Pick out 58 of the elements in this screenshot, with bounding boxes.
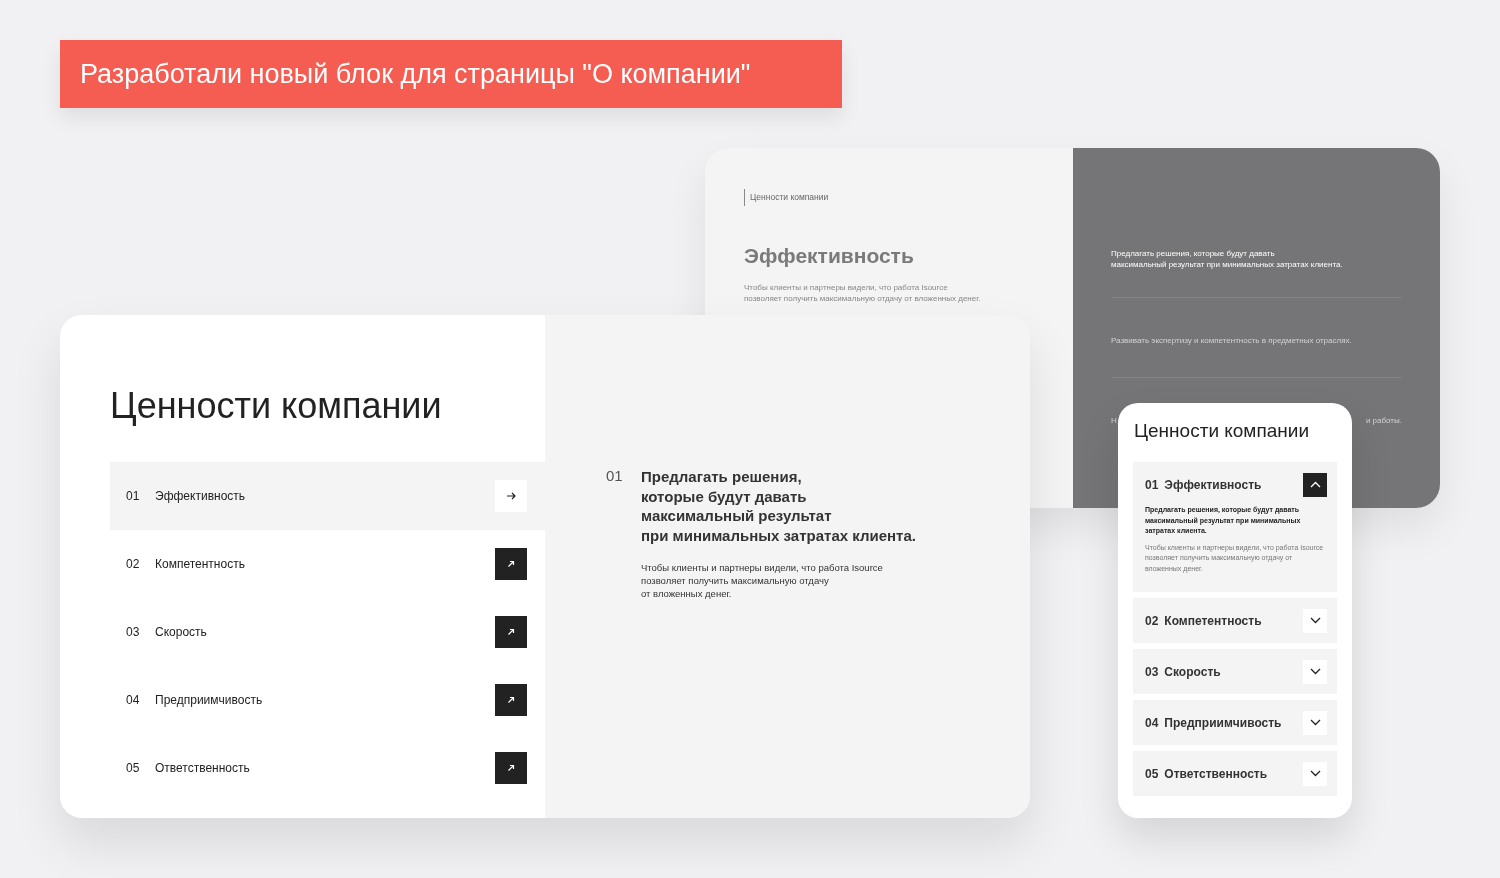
chevron-down-icon	[1309, 617, 1321, 624]
item-number: 04	[126, 693, 141, 707]
toggle-button[interactable]	[1303, 472, 1327, 497]
item-label: Эффективность	[1164, 477, 1263, 492]
detail-heading: Предлагать решения, которые будут давать максимальный результат при минимальных затратах клиента.	[641, 467, 916, 545]
detail-number: 01	[606, 467, 624, 486]
toggle-button[interactable]	[1303, 761, 1327, 786]
accordion-item[interactable]: 02 Компетентность	[1133, 598, 1337, 643]
item-label: Эффективность	[155, 489, 247, 503]
accordion-item[interactable]: 03 Скорость	[1133, 649, 1337, 694]
card-title: Ценности компании	[110, 385, 443, 428]
chevron-up-icon	[1309, 481, 1321, 488]
value-item-start: Н	[1111, 415, 1117, 427]
description-text: Чтобы клиенты и партнеры видели, что работа Isource позволяет получить максимальную отдачу от вложенных денег.	[744, 282, 982, 304]
accordion-item[interactable]	[1133, 462, 1337, 592]
item-label: Ответственность	[155, 761, 251, 775]
detail-description: Чтобы клиенты и партнеры видели, что работа Isource позволяет получить максимальную отдачу от вложенных денег.	[641, 561, 884, 600]
value-item[interactable]: Предлагать решения, которые будут давать максимальный результат при минимальных затратах клиента.	[1111, 248, 1402, 270]
accordion-item[interactable]: 04 Предприимчивость	[1133, 700, 1337, 745]
card-title: Ценности компании	[1133, 420, 1310, 443]
item-number: 05	[126, 761, 141, 775]
accordion-item[interactable]: 05 Ответственность	[1133, 751, 1337, 796]
item-number: 04	[1145, 715, 1159, 730]
item-number: 02	[126, 557, 141, 571]
arrow-up-right-icon	[506, 627, 516, 637]
arrow-up-right-icon	[506, 763, 516, 773]
value-row[interactable]: 05 Ответственность	[110, 734, 545, 802]
item-number: 05	[1145, 766, 1159, 781]
section-title: Эффективность	[744, 244, 915, 268]
toggle-button[interactable]	[1303, 659, 1327, 684]
item-label: Скорость	[155, 625, 208, 639]
value-row[interactable]: 01 Эффективность	[110, 462, 545, 530]
chevron-down-icon	[1309, 668, 1321, 675]
item-label: Скорость	[1164, 664, 1222, 679]
value-item-end: и работы.	[1365, 415, 1402, 427]
item-number: 03	[126, 625, 141, 639]
item-label: Компетентность	[155, 557, 246, 571]
item-label: Предприимчивость	[1164, 715, 1283, 730]
item-label: Ответственность	[1164, 766, 1269, 781]
toggle-button[interactable]	[1303, 608, 1327, 633]
chevron-down-icon	[1309, 719, 1321, 726]
arrow-right-icon	[505, 490, 517, 502]
item-number: 01	[126, 489, 141, 503]
item-number: 02	[1145, 613, 1159, 628]
item-number: 03	[1145, 664, 1159, 679]
toggle-button[interactable]	[1303, 710, 1327, 735]
value-row[interactable]: 02 Компетентность	[110, 530, 545, 598]
value-row[interactable]: 04 Предприимчивость	[110, 666, 545, 734]
chevron-down-icon	[1309, 770, 1321, 777]
arrow-up-right-icon	[506, 695, 516, 705]
item-label: Компетентность	[1164, 613, 1263, 628]
item-label: Предприимчивость	[155, 693, 264, 707]
item-number: 01	[1145, 477, 1159, 492]
value-row[interactable]: 03 Скорость	[110, 598, 545, 666]
title-banner: Разработали новый блок для страницы "О компании"	[60, 40, 842, 108]
breadcrumb: Ценности компании	[744, 189, 829, 206]
arrow-up-right-icon	[506, 559, 516, 569]
arrow-button[interactable]	[495, 480, 527, 512]
